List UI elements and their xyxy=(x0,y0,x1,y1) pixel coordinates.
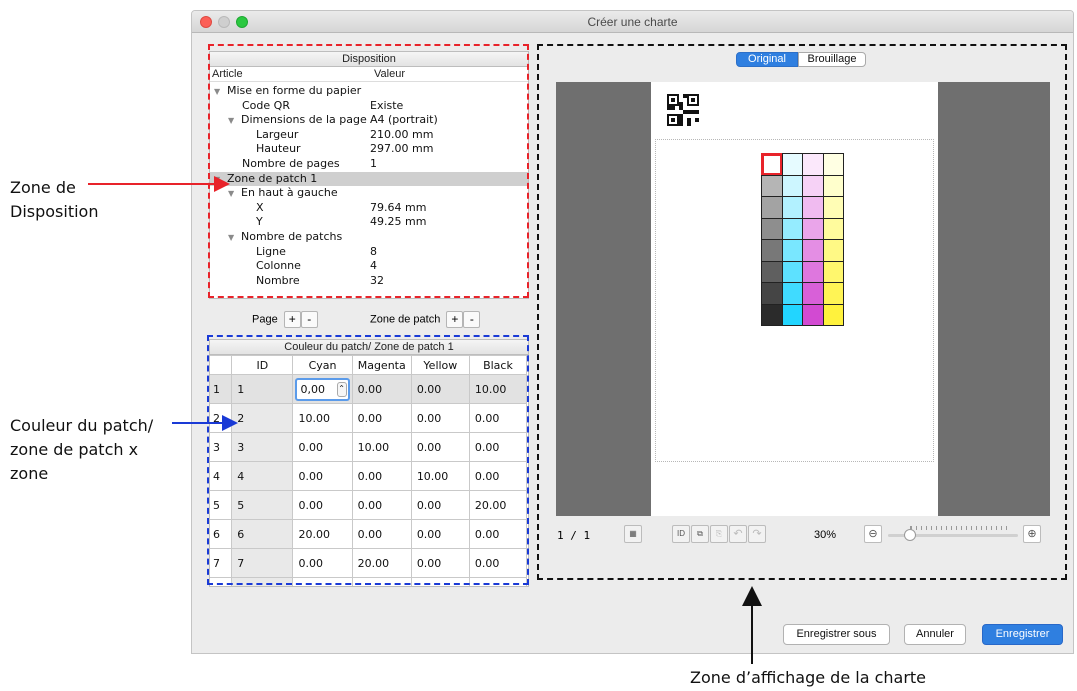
annotation-arrows xyxy=(88,176,762,664)
